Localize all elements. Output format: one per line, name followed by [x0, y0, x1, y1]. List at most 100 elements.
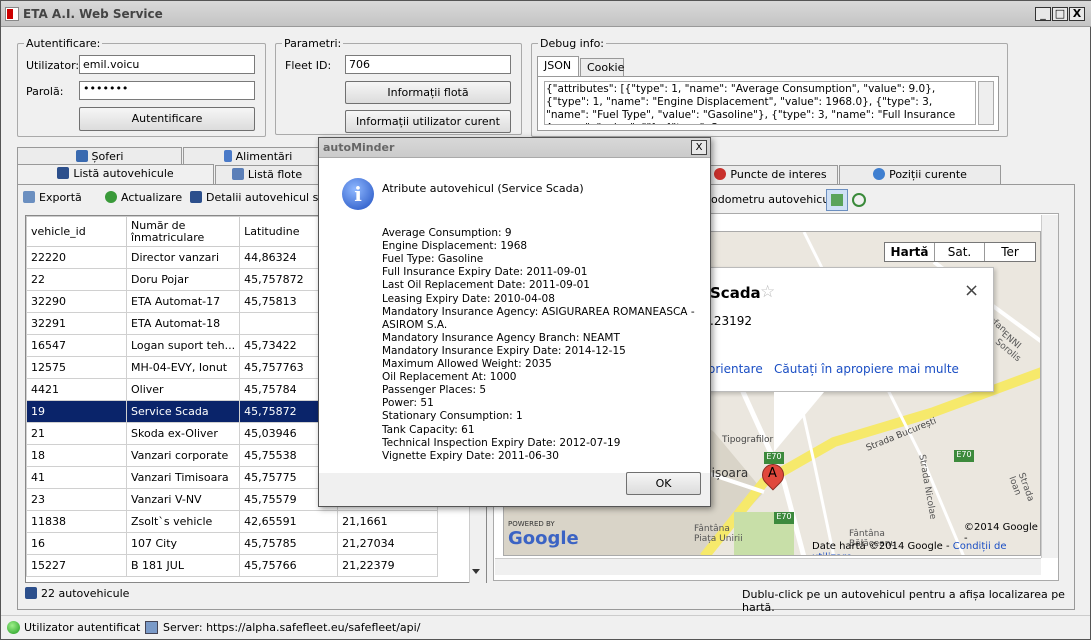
debug-json-text[interactable]: {"attributes": [{"type": 1, "name": "Ave…	[544, 81, 976, 125]
dialog-attribute-line: Mandatory Insurance Agency: ASIGURAREA R…	[382, 305, 695, 318]
tab-puncte-label: Puncte de interes	[730, 168, 827, 181]
marker-label: A	[768, 466, 777, 481]
dialog-header: Atribute autovehicul (Service Scada)	[382, 182, 584, 195]
bubble-link-nearby[interactable]: Căutați în apropiere	[774, 362, 893, 376]
dialog-title: autoMinder	[323, 141, 395, 154]
table-row[interactable]: 11838 Zsolt`s vehicle 42,65591 21,1661	[26, 510, 439, 533]
tab-soferi[interactable]: Șoferi	[17, 147, 182, 165]
tab-lista-flote[interactable]: Listă flote	[215, 165, 319, 184]
attributes-dialog: autoMinder X i Atribute autovehicul (Ser…	[318, 137, 711, 507]
tab-soferi-label: Șoferi	[91, 150, 124, 163]
table-cell: 23	[26, 488, 127, 511]
table-cell: 21,1661	[337, 510, 439, 533]
debug-legend: Debug info:	[540, 37, 605, 50]
tab-json[interactable]: JSON	[537, 56, 579, 77]
dialog-attribute-line: Engine Displacement: 1968	[382, 240, 528, 253]
maximize-button[interactable]: □	[1052, 7, 1068, 21]
map-hscroll[interactable]	[495, 558, 1041, 575]
fleet-id-input[interactable]: 706	[345, 55, 511, 74]
minimize-button[interactable]: _	[1035, 7, 1051, 21]
login-button[interactable]: Autentificare	[79, 107, 255, 131]
e70-shield-3: E70	[774, 512, 794, 524]
tab-alimentari[interactable]: Alimentări	[183, 147, 333, 165]
scroll-down-icon[interactable]	[472, 569, 480, 574]
debug-scrollbar[interactable]	[978, 81, 994, 125]
map-type-satellite[interactable]: Sat.	[935, 243, 985, 261]
vehicle-details-button[interactable]: Detalii autovehicul sele	[190, 191, 318, 204]
vehicle-count-label: 22 autovehicule	[41, 587, 130, 600]
tab-pozitii-label: Poziții curente	[889, 168, 967, 181]
table-cell: 4421	[26, 378, 127, 401]
fleet-info-button[interactable]: Informații flotă	[345, 81, 511, 104]
close-button[interactable]: X	[1069, 7, 1085, 21]
refresh-button[interactable]: Actualizare	[105, 191, 182, 204]
dialog-attribute-line: Oil Replacement At: 1000	[382, 371, 517, 384]
table-cell: 16	[26, 532, 127, 555]
table-cell: Vanzari corporate	[125, 444, 241, 467]
server-icon	[145, 621, 158, 634]
user-info-button[interactable]: Informații utilizator curent	[345, 110, 511, 133]
table-cell: 45,75766	[239, 554, 339, 577]
password-label: Parolă:	[26, 85, 64, 98]
dialog-attribute-line: Leasing Expiry Date: 2010-04-08	[382, 292, 555, 305]
title-bar: ETA A.I. Web Service _ □ X	[1, 1, 1091, 27]
tab-lista-flote-label: Listă flote	[247, 168, 303, 181]
table-cell: Vanzari V-NV	[125, 488, 241, 511]
car-icon	[57, 167, 70, 179]
star-icon[interactable]: ☆	[760, 282, 775, 302]
col-plate-number[interactable]: Număr de înmatriculare	[125, 216, 241, 247]
refresh-label: Actualizare	[121, 191, 183, 204]
powered-by: POWERED BY	[508, 520, 555, 528]
password-input[interactable]: •••••••	[79, 81, 255, 100]
map-type-terrain[interactable]: Ter	[985, 243, 1035, 261]
info-icon: i	[342, 178, 374, 210]
dialog-close-button[interactable]: X	[691, 140, 707, 155]
refresh-icon	[105, 191, 117, 203]
dialog-attribute-line: Last Oil Replacement Date: 2011-09-01	[382, 279, 590, 292]
status-ok-icon	[7, 621, 20, 634]
info-bubble: Scada ☆ × .23192 orientare Căutați în ap…	[699, 267, 994, 392]
google-logo: Google	[508, 528, 579, 549]
tab-lista-autovehicule-label: Listă autovehicule	[73, 167, 174, 180]
tab-puncte-interes[interactable]: Puncte de interes	[703, 165, 838, 184]
table-cell: 32291	[26, 312, 127, 335]
dialog-attribute-line: Fuel Type: Gasoline	[382, 253, 484, 266]
tab-lista-autovehicule[interactable]: Listă autovehicule	[17, 164, 214, 185]
bubble-close-icon[interactable]: ×	[964, 280, 979, 301]
user-label: Utilizator:	[26, 59, 80, 72]
table-cell: Logan suport teh...	[125, 334, 241, 357]
dialog-attribute-line: Passenger Places: 5	[382, 384, 487, 397]
table-cell: ETA Automat-17	[125, 290, 241, 313]
table-cell: 32290	[26, 290, 127, 313]
map-view-button[interactable]	[826, 189, 848, 211]
map-data-footer: Date hartă ©2014 Google - Condiții de ut…	[812, 541, 1040, 555]
table-cell: Doru Pojar	[125, 268, 241, 291]
col-vehicle-id[interactable]: vehicle_id	[26, 216, 127, 247]
tab-pozitii-curente[interactable]: Poziții curente	[839, 165, 1001, 184]
table-row[interactable]: 16 107 City 45,75785 21,27034	[26, 532, 439, 555]
table-cell: 22	[26, 268, 127, 291]
user-input[interactable]: emil.voicu	[79, 55, 255, 74]
dialog-attribute-line: Power: 51	[382, 397, 434, 410]
debug-panel: {"attributes": [{"type": 1, "name": "Ave…	[537, 76, 999, 131]
e70-shield: E70	[764, 452, 784, 464]
bubble-title: Scada	[710, 284, 761, 302]
dialog-attribute-line: Mandatory Insurance Expiry Date: 2014-12…	[382, 344, 626, 357]
map-type-map[interactable]: Hartă	[885, 243, 935, 261]
dialog-attribute-line: Stationary Consumption: 1	[382, 410, 523, 423]
bubble-link-directions[interactable]: orientare	[708, 362, 763, 376]
dialog-ok-button[interactable]: OK	[626, 472, 701, 495]
table-cell: Director vanzari	[125, 246, 241, 269]
map-hint: Dublu-click pe un autovehicul pentru a a…	[742, 588, 1065, 614]
table-cell: MH-04-EVY, Ionut	[125, 356, 241, 379]
bubble-link-more[interactable]: mai multe	[898, 362, 959, 376]
dialog-attribute-line: Vignette Expiry Date: 2011-06-30	[382, 449, 559, 462]
odometer-button[interactable]: odometru autovehicul	[711, 193, 832, 206]
table-row[interactable]: 15227 B 181 JUL 45,75766 21,22379	[26, 554, 439, 577]
tab-cookie[interactable]: Cookie	[580, 58, 624, 77]
dialog-attribute-line: Average Consumption: 9	[382, 227, 512, 239]
zoom-icon[interactable]	[852, 193, 866, 207]
map-vscroll[interactable]	[1041, 215, 1058, 558]
fleet-icon	[231, 168, 244, 180]
export-button[interactable]: Exportă	[23, 191, 82, 204]
